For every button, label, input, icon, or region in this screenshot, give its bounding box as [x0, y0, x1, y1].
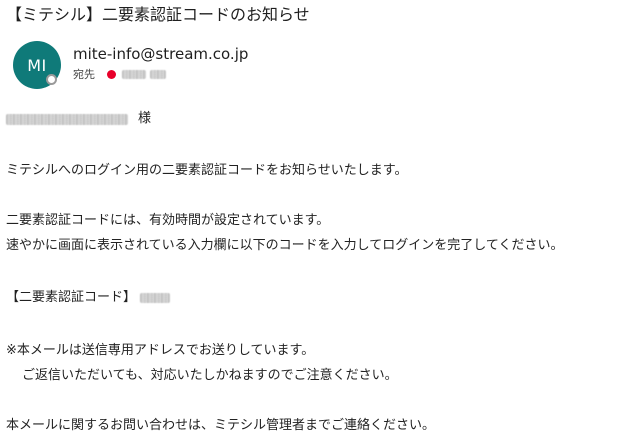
email-subject: 【ミテシル】二要素認証コードのお知らせ — [6, 5, 310, 24]
email-view: 【ミテシル】二要素認証コードのお知らせ MI mite-info@stream.… — [0, 0, 642, 439]
to-label: 宛先 — [73, 68, 95, 81]
recipient-status-dot-icon — [107, 69, 116, 79]
note-line-1: ※本メールは送信専用アドレスでお送りしています。 — [6, 343, 315, 358]
redacted-recipient-fullname — [6, 113, 128, 125]
sender-address[interactable]: mite-info@stream.co.jp — [73, 44, 248, 64]
validity-text: 二要素認証コードには、有効時間が設定されています。 — [6, 213, 330, 228]
instruction-text: 速やかに画面に表示されている入力欄に以下のコードを入力してログインを完了してくだ… — [6, 238, 564, 253]
salutation-line: 様 — [6, 110, 151, 128]
redacted-recipient-name[interactable] — [122, 69, 146, 79]
salutation-suffix: 様 — [138, 111, 152, 126]
code-line: 【二要素認証コード】 — [6, 289, 171, 307]
code-label: 【二要素認証コード】 — [6, 290, 137, 305]
intro-text: ミテシルへのログイン用の二要素認証コードをお知らせいたします。 — [6, 163, 408, 178]
recipient-row: 宛先 — [73, 66, 166, 82]
sender-initials: MI — [27, 55, 47, 75]
redacted-code-value — [140, 293, 171, 303]
redacted-recipient-surname[interactable] — [150, 69, 166, 79]
contact-text: 本メールに関するお問い合わせは、ミテシル管理者までご連絡ください。 — [6, 418, 436, 433]
presence-status-icon — [46, 74, 57, 85]
note-line-2: ご返信いただいても、対応いたしかねますのでご注意ください。 — [22, 368, 398, 383]
